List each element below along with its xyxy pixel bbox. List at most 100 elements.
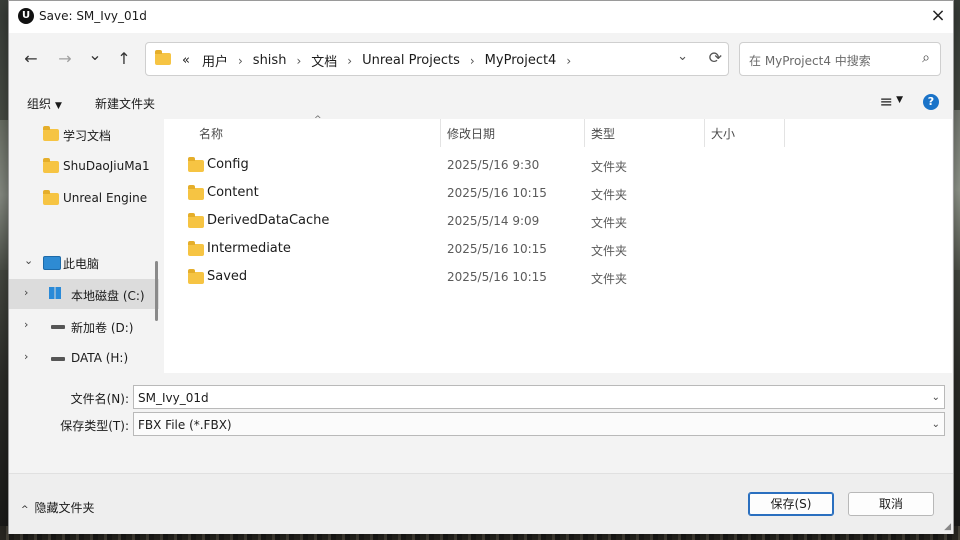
filename-label: 文件名(N): [70, 392, 129, 406]
folder-icon [43, 158, 59, 173]
save-dialog: U Save: SM_Ivy_01d × ← → ⌄ ↑ « 用户 › shis… [8, 0, 954, 534]
sidebar-item-label: ShuDaoJiuMa1 [63, 159, 150, 173]
file-type: 文件夹 [591, 188, 628, 202]
file-name: DerivedDataCache [207, 213, 330, 228]
breadcrumb-item[interactable]: shish [247, 53, 293, 68]
windows-drive-icon [49, 287, 61, 299]
organize-label: 组织 [27, 97, 52, 111]
column-divider[interactable] [704, 119, 705, 147]
chevron-down-icon[interactable]: ⌄ [24, 254, 33, 267]
filetype-label: 保存类型(T): [60, 419, 129, 433]
help-icon[interactable]: ? [923, 94, 939, 110]
close-button[interactable]: × [923, 1, 953, 31]
sidebar-item-unreal-engine[interactable]: Unreal Engine [9, 183, 159, 213]
file-type: 文件夹 [591, 244, 628, 258]
chevron-right-icon[interactable]: › [343, 54, 356, 68]
folder-icon [155, 50, 171, 65]
file-row[interactable]: DerivedDataCache 2025/5/14 9:09 文件夹 [182, 208, 922, 234]
window-title: Save: SM_Ivy_01d [39, 9, 147, 23]
column-divider[interactable] [440, 119, 441, 147]
sidebar-item-drive-c[interactable]: › 本地磁盘 (C:) [9, 279, 159, 309]
navigation-pane: 学习文档 ShuDaoJiuMa1 Unreal Engine ⌄ 此电脑 › … [9, 119, 161, 373]
caret-down-icon: ▼ [55, 101, 62, 111]
file-row[interactable]: Saved 2025/5/16 10:15 文件夹 [182, 264, 922, 290]
hide-folders-toggle[interactable]: ^ 隐藏文件夹 [21, 499, 95, 516]
recent-locations-icon[interactable]: ⌄ [83, 43, 107, 67]
search-icon[interactable]: ⌕ [922, 50, 930, 66]
sidebar-item-label: 新加卷 (D:) [71, 321, 134, 335]
file-date: 2025/5/16 10:15 [447, 186, 547, 200]
chevron-right-icon[interactable]: › [562, 54, 575, 68]
column-divider[interactable] [584, 119, 585, 147]
file-type: 文件夹 [591, 216, 628, 230]
drive-icon [51, 325, 65, 329]
cancel-button[interactable]: 取消 [848, 492, 934, 516]
folder-icon [43, 126, 59, 141]
back-arrow-icon[interactable]: ← [19, 47, 43, 71]
sidebar-item-this-pc[interactable]: ⌄ 此电脑 [9, 247, 159, 277]
resize-grip-icon[interactable]: ◢ [944, 522, 951, 532]
file-type: 文件夹 [591, 160, 628, 174]
file-name: Saved [207, 269, 248, 284]
search-placeholder: 在 MyProject4 中搜索 [749, 54, 871, 68]
save-button[interactable]: 保存(S) [748, 492, 834, 516]
refresh-icon[interactable]: ⟳ [709, 48, 722, 67]
up-arrow-icon[interactable]: ↑ [112, 47, 136, 71]
view-options-icon[interactable]: ≡ [880, 92, 893, 111]
chevron-right-icon[interactable]: › [24, 286, 28, 299]
sidebar-item-drive-h[interactable]: › DATA (H:) [9, 343, 159, 373]
command-bar: 组织 ▼ 新建文件夹 ≡ ▼ ? [9, 85, 953, 119]
filetype-value: FBX File (*.FBX) [138, 418, 232, 432]
sidebar-item-study-docs[interactable]: 学习文档 [9, 119, 159, 149]
column-header-date[interactable]: 修改日期 [447, 125, 495, 142]
column-divider[interactable] [784, 119, 785, 147]
address-bar[interactable]: « 用户 › shish › 文档 › Unreal Projects › My… [145, 42, 729, 76]
sidebar-scrollbar[interactable] [155, 261, 158, 321]
sidebar-item-label: 本地磁盘 (C:) [71, 289, 145, 303]
sidebar-item-drive-d[interactable]: › 新加卷 (D:) [9, 311, 159, 341]
dialog-footer: ^ 隐藏文件夹 保存(S) 取消 ◢ [9, 473, 953, 534]
chevron-down-icon[interactable]: ⌄ [932, 413, 940, 437]
folder-icon [43, 190, 59, 205]
breadcrumb-item[interactable]: 文档 [305, 51, 343, 70]
hide-folders-label: 隐藏文件夹 [34, 501, 95, 515]
file-row[interactable]: Content 2025/5/16 10:15 文件夹 [182, 180, 922, 206]
breadcrumb-item[interactable]: 用户 [196, 51, 234, 70]
folder-icon [188, 269, 204, 284]
filename-value: SM_Ivy_01d [138, 391, 209, 405]
sidebar-item-label: 学习文档 [63, 129, 112, 143]
filetype-select[interactable]: FBX File (*.FBX) ⌄ [133, 412, 945, 436]
chevron-right-icon[interactable]: › [24, 350, 28, 363]
column-header-type[interactable]: 类型 [591, 125, 615, 142]
breadcrumb: « 用户 › shish › 文档 › Unreal Projects › My… [176, 51, 575, 70]
file-name: Intermediate [207, 241, 291, 256]
file-row[interactable]: Intermediate 2025/5/16 10:15 文件夹 [182, 236, 922, 262]
chevron-right-icon[interactable]: › [234, 54, 247, 68]
chevron-right-icon[interactable]: › [292, 54, 305, 68]
column-header-name[interactable]: 名称 [199, 125, 223, 142]
chevron-right-icon[interactable]: › [466, 54, 479, 68]
save-form: 文件名(N): SM_Ivy_01d ⌄ 保存类型(T): FBX File (… [9, 373, 953, 473]
unreal-logo-icon: U [18, 8, 34, 24]
organize-button[interactable]: 组织 ▼ [27, 95, 62, 112]
chevron-down-icon[interactable]: ⌄ [677, 49, 688, 64]
breadcrumb-overflow[interactable]: « [176, 53, 196, 68]
breadcrumb-item[interactable]: MyProject4 [479, 53, 563, 68]
breadcrumb-item[interactable]: Unreal Projects [356, 53, 466, 68]
filename-field[interactable]: SM_Ivy_01d ⌄ [133, 385, 945, 409]
new-folder-button[interactable]: 新建文件夹 [95, 95, 155, 112]
computer-icon [43, 256, 61, 270]
file-list: ^ 名称 修改日期 类型 大小 Config 2025/5/16 9:30 文件… [164, 115, 952, 373]
forward-arrow-icon[interactable]: → [53, 47, 77, 71]
column-header-size[interactable]: 大小 [711, 125, 735, 142]
sidebar-item-label: DATA (H:) [71, 351, 129, 365]
chevron-right-icon[interactable]: › [24, 318, 28, 331]
sidebar-item-label: Unreal Engine [63, 191, 148, 205]
sidebar-item-label: 此电脑 [63, 257, 100, 271]
chevron-down-icon[interactable]: ⌄ [932, 386, 940, 410]
folder-icon [188, 185, 204, 200]
search-input[interactable]: 在 MyProject4 中搜索 ⌕ [739, 42, 941, 76]
sidebar-item-shudaojiuma1[interactable]: ShuDaoJiuMa1 [9, 151, 159, 181]
file-row[interactable]: Config 2025/5/16 9:30 文件夹 [182, 152, 922, 178]
caret-down-icon[interactable]: ▼ [896, 95, 903, 105]
